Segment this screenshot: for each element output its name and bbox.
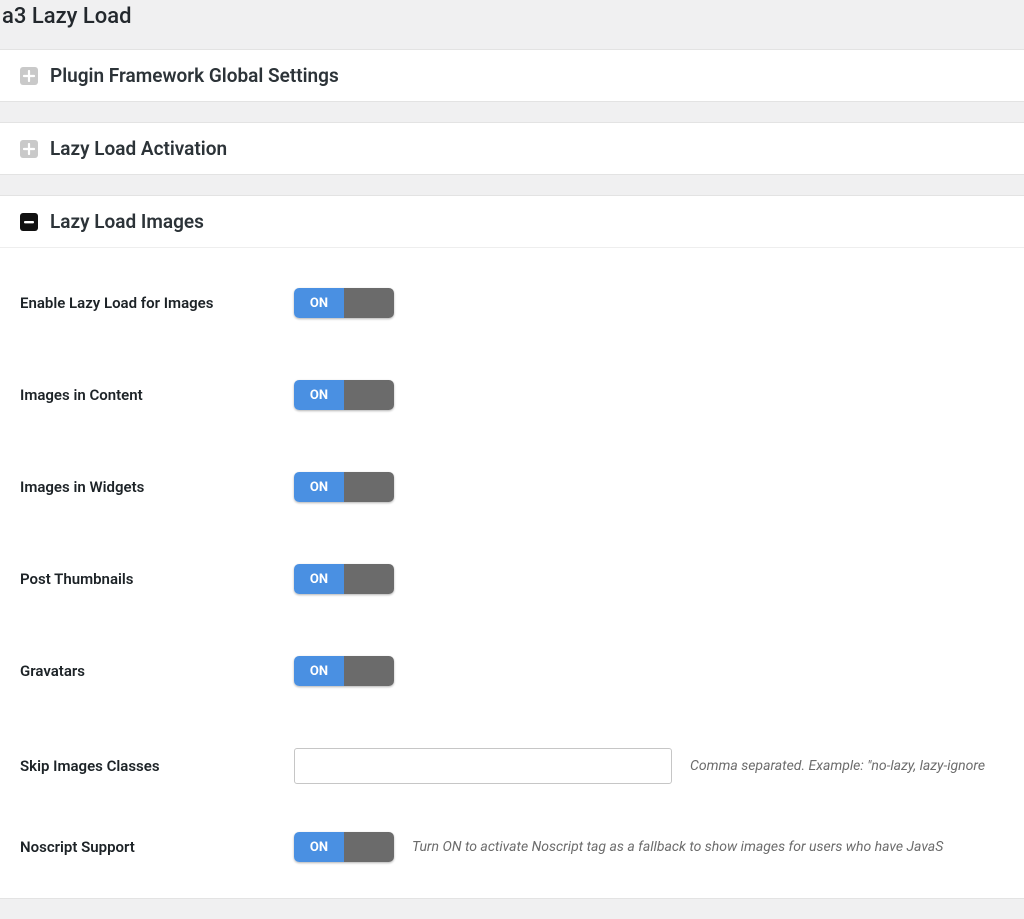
page-title: a3 Lazy Load: [0, 0, 1024, 49]
toggle-enable-lazy-load-images[interactable]: ON: [294, 288, 394, 318]
row-enable-lazy-load-images: Enable Lazy Load for Images ON: [20, 268, 1004, 360]
panel-lazy-load-images: Lazy Load Images Enable Lazy Load for Im…: [0, 195, 1024, 899]
toggle-on-label: ON: [294, 564, 344, 594]
toggle-noscript-support[interactable]: ON: [294, 832, 394, 862]
toggle-off-blank: [344, 832, 394, 862]
row-gravatars: Gravatars ON: [20, 636, 1004, 728]
panel-title: Lazy Load Images: [50, 210, 204, 233]
toggle-gravatars[interactable]: ON: [294, 656, 394, 686]
help-noscript: Turn ON to activate Noscript tag as a fa…: [412, 839, 943, 855]
row-images-in-widgets: Images in Widgets ON: [20, 452, 1004, 544]
panel-heading-images[interactable]: Lazy Load Images: [0, 196, 1024, 248]
toggle-on-label: ON: [294, 656, 344, 686]
panel-title: Plugin Framework Global Settings: [50, 64, 339, 87]
toggle-images-in-widgets[interactable]: ON: [294, 472, 394, 502]
toggle-off-blank: [344, 380, 394, 410]
input-skip-images-classes[interactable]: [294, 748, 672, 784]
panel-heading-framework[interactable]: Plugin Framework Global Settings: [0, 50, 1024, 101]
row-post-thumbnails: Post Thumbnails ON: [20, 544, 1004, 636]
toggle-post-thumbnails[interactable]: ON: [294, 564, 394, 594]
toggle-on-label: ON: [294, 472, 344, 502]
label-enable: Enable Lazy Load for Images: [20, 294, 294, 312]
help-skip: Comma separated. Example: "no-lazy, lazy…: [690, 758, 985, 774]
toggle-off-blank: [344, 656, 394, 686]
toggle-off-blank: [344, 472, 394, 502]
toggle-off-blank: [344, 564, 394, 594]
label-noscript: Noscript Support: [20, 838, 294, 856]
label-widgets: Images in Widgets: [20, 478, 294, 496]
panel-body-images: Enable Lazy Load for Images ON Images in…: [0, 248, 1024, 898]
label-thumbnails: Post Thumbnails: [20, 570, 294, 588]
panel-heading-activation[interactable]: Lazy Load Activation: [0, 123, 1024, 174]
panel-lazy-load-activation: Lazy Load Activation: [0, 122, 1024, 175]
toggle-on-label: ON: [294, 832, 344, 862]
row-skip-images-classes: Skip Images Classes Comma separated. Exa…: [20, 728, 1004, 812]
toggle-on-label: ON: [294, 288, 344, 318]
toggle-on-label: ON: [294, 380, 344, 410]
label-skip: Skip Images Classes: [20, 757, 294, 775]
panel-title: Lazy Load Activation: [50, 137, 227, 160]
expand-icon: [20, 67, 38, 85]
toggle-off-blank: [344, 288, 394, 318]
row-noscript-support: Noscript Support ON Turn ON to activate …: [20, 812, 1004, 890]
collapse-icon: [20, 213, 38, 231]
toggle-images-in-content[interactable]: ON: [294, 380, 394, 410]
panel-plugin-framework: Plugin Framework Global Settings: [0, 49, 1024, 102]
expand-icon: [20, 140, 38, 158]
row-images-in-content: Images in Content ON: [20, 360, 1004, 452]
label-content: Images in Content: [20, 386, 294, 404]
label-gravatars: Gravatars: [20, 662, 294, 680]
